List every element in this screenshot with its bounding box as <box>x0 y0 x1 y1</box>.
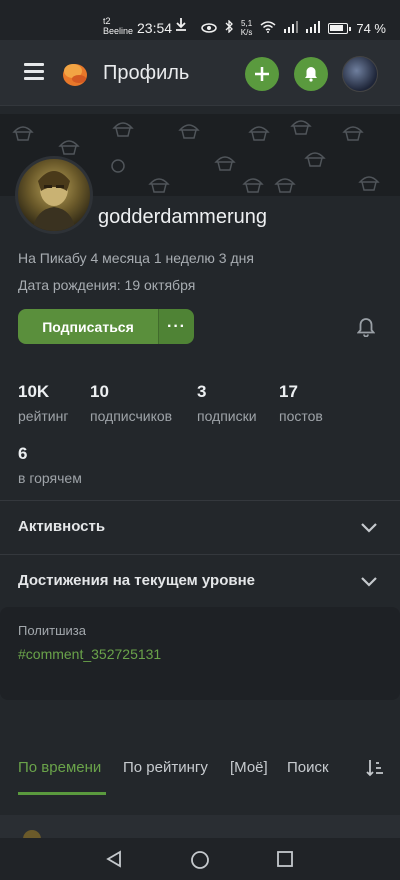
achievements-section-toggle[interactable]: Достижения на текущем уровне <box>18 572 255 589</box>
stat-label: постов <box>279 408 323 424</box>
carrier-line-2: Beeline <box>103 26 134 36</box>
status-bar: t2 Beeline 23:54 5,1 K/s 74 % <box>0 0 400 40</box>
back-icon[interactable] <box>105 850 123 873</box>
tab-search[interactable]: Поиск <box>287 759 329 776</box>
birthday: Дата рождения: 19 октября <box>18 277 196 293</box>
chevron-down-icon[interactable] <box>360 520 378 538</box>
carrier-line-1: t2 <box>103 16 111 26</box>
battery-icon <box>328 22 352 34</box>
posts-tabs: По времени По рейтингу [Моё] Поиск <box>0 756 400 796</box>
username: godderdammerung <box>98 206 267 228</box>
carrier-label: t2 Beeline <box>103 16 133 36</box>
sort-icon[interactable] <box>366 759 384 782</box>
download-icon <box>175 17 187 34</box>
note-title: Политшиза <box>18 623 86 638</box>
stat-label: подписчиков <box>90 408 173 424</box>
active-tab-indicator <box>18 792 106 795</box>
stat-value: 10 <box>90 382 109 401</box>
activity-section-toggle[interactable]: Активность <box>18 518 105 535</box>
stat-label: рейтинг <box>18 408 69 424</box>
more-options-button[interactable]: ··· <box>158 309 194 344</box>
stat-followers[interactable]: 10 подписчиков <box>90 382 172 424</box>
system-nav-bar <box>0 838 400 880</box>
tab-by-time[interactable]: По времени <box>18 759 101 776</box>
subscribe-button[interactable]: Подписаться <box>18 309 158 344</box>
add-post-button[interactable] <box>245 57 279 91</box>
stat-rating[interactable]: 10K рейтинг <box>18 382 68 424</box>
stat-value: 6 <box>18 444 28 463</box>
bluetooth-icon <box>225 19 233 36</box>
pikabu-logo[interactable] <box>60 58 90 88</box>
divider <box>0 554 400 555</box>
tab-by-rating[interactable]: По рейтингу <box>123 759 208 776</box>
tab-mine[interactable]: [Моё] <box>230 759 268 776</box>
divider <box>0 500 400 501</box>
home-icon[interactable] <box>190 850 210 875</box>
recents-icon[interactable] <box>276 850 294 873</box>
status-icons: 5,1 K/s 74 % <box>201 19 386 37</box>
profile-avatar[interactable] <box>15 156 93 234</box>
notify-bell-icon[interactable] <box>356 317 376 342</box>
plus-icon <box>255 67 269 81</box>
wifi-icon <box>260 20 276 36</box>
stat-hot[interactable]: 6 в горячем <box>18 444 82 486</box>
battery-level: 74 % <box>356 20 386 36</box>
avatar[interactable] <box>342 56 378 92</box>
notifications-button[interactable] <box>294 57 328 91</box>
note-link[interactable]: #comment_352725131 <box>18 646 161 662</box>
menu-icon[interactable] <box>24 63 44 81</box>
network-speed: 5,1 K/s <box>240 19 253 37</box>
time-on-site: На Пикабу 4 месяца 1 неделю 3 дня <box>18 250 254 266</box>
stat-value: 10K <box>18 382 50 401</box>
chevron-down-icon[interactable] <box>360 574 378 592</box>
stat-value: 3 <box>197 382 207 401</box>
signal-icon-2 <box>306 20 321 36</box>
stat-label: в горячем <box>18 470 82 486</box>
stat-posts[interactable]: 17 постов <box>279 382 323 424</box>
stat-subscriptions[interactable]: 3 подписки <box>197 382 257 424</box>
bell-icon <box>305 67 317 82</box>
page-title: Профиль <box>103 62 190 84</box>
eye-icon <box>201 21 217 36</box>
app-header: Профиль <box>0 40 400 106</box>
signal-icon-1 <box>284 20 299 36</box>
clock: 23:54 <box>137 20 173 36</box>
stat-label: подписки <box>197 408 257 424</box>
stat-value: 17 <box>279 382 298 401</box>
